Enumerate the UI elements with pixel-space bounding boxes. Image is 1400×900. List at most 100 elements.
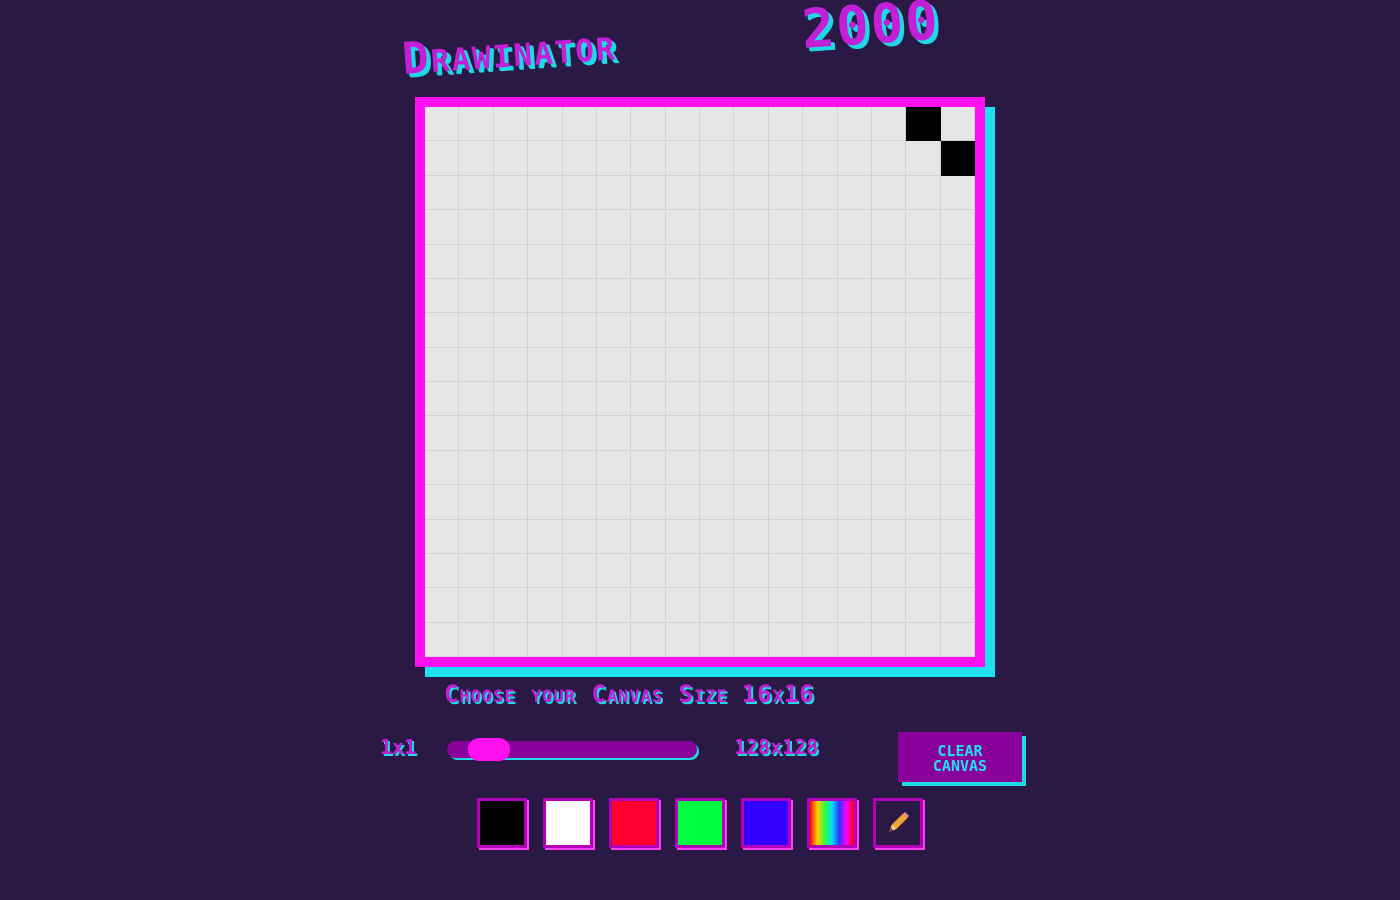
white-color-swatch[interactable] [543,798,593,848]
grid-cell[interactable] [906,588,941,623]
grid-cell[interactable] [459,244,494,279]
grid-cell[interactable] [425,175,460,211]
grid-cell[interactable] [837,485,872,520]
grid-cell[interactable] [596,588,632,623]
grid-cell[interactable] [734,141,769,176]
grid-cell[interactable] [528,622,563,657]
grid-cell[interactable] [493,313,529,348]
grid-cell[interactable] [493,244,529,279]
grid-cell[interactable] [734,210,769,245]
grid-cell[interactable] [493,382,529,417]
grid-cell[interactable] [459,175,494,211]
grid-cell[interactable] [459,416,494,451]
grid-cell[interactable] [803,107,838,142]
grid-cell[interactable] [837,107,872,142]
grid-cell[interactable] [459,347,494,382]
grid-cell[interactable] [562,485,597,520]
grid-cell[interactable] [528,347,563,382]
grid-cell[interactable] [562,141,597,176]
grid-cell[interactable] [837,450,872,486]
grid-cell[interactable] [871,382,907,417]
grid-cell[interactable] [665,519,700,554]
grid-cell[interactable] [940,313,975,348]
grid-cell[interactable] [596,244,632,279]
grid-cell[interactable] [596,450,632,486]
grid-cell[interactable] [425,416,460,451]
grid-cell[interactable] [528,107,563,142]
grid-cell[interactable] [940,382,975,417]
grid-cell[interactable] [837,278,872,314]
clear-canvas-button[interactable]: CLEAR CANVAS [898,732,1022,782]
grid-cell[interactable] [665,175,700,211]
green-color-swatch[interactable] [675,798,725,848]
grid-cell[interactable] [562,210,597,245]
grid-cell[interactable] [871,175,907,211]
grid-cell[interactable] [528,416,563,451]
grid-cell[interactable] [768,347,804,382]
grid-cell[interactable] [596,519,632,554]
canvas-size-slider-thumb[interactable] [468,738,510,761]
grid-cell[interactable] [596,278,632,314]
grid-cell[interactable] [837,553,872,589]
grid-cell[interactable] [940,141,975,176]
grid-cell[interactable] [459,313,494,348]
grid-cell[interactable] [734,450,769,486]
grid-cell[interactable] [768,382,804,417]
blue-color-swatch[interactable] [741,798,791,848]
grid-cell[interactable] [493,622,529,657]
grid-cell[interactable] [459,485,494,520]
grid-cell[interactable] [768,450,804,486]
grid-cell[interactable] [425,278,460,314]
grid-cell[interactable] [940,450,975,486]
grid-cell[interactable] [906,244,941,279]
grid-cell[interactable] [528,382,563,417]
grid-cell[interactable] [940,278,975,314]
grid-cell[interactable] [837,622,872,657]
grid-cell[interactable] [700,382,735,417]
red-color-swatch[interactable] [609,798,659,848]
grid-cell[interactable] [837,519,872,554]
grid-cell[interactable] [700,107,735,142]
grid-cell[interactable] [665,588,700,623]
grid-cell[interactable] [768,175,804,211]
grid-cell[interactable] [528,450,563,486]
grid-cell[interactable] [837,416,872,451]
grid-cell[interactable] [493,347,529,382]
grid-cell[interactable] [562,519,597,554]
grid-cell[interactable] [871,450,907,486]
grid-cell[interactable] [425,107,460,142]
grid-cell[interactable] [631,175,666,211]
grid-cell[interactable] [665,141,700,176]
grid-cell[interactable] [631,141,666,176]
grid-cell[interactable] [734,416,769,451]
grid-cell[interactable] [700,553,735,589]
grid-cell[interactable] [493,175,529,211]
grid-cell[interactable] [871,416,907,451]
grid-cell[interactable] [803,313,838,348]
grid-cell[interactable] [940,519,975,554]
grid-cell[interactable] [665,278,700,314]
grid-cell[interactable] [700,244,735,279]
grid-cell[interactable] [665,382,700,417]
grid-cell[interactable] [493,278,529,314]
grid-cell[interactable] [906,382,941,417]
grid-cell[interactable] [906,210,941,245]
grid-cell[interactable] [425,382,460,417]
grid-cell[interactable] [562,450,597,486]
grid-cell[interactable] [837,588,872,623]
grid-cell[interactable] [562,622,597,657]
grid-cell[interactable] [459,382,494,417]
grid-cell[interactable] [631,485,666,520]
grid-cell[interactable] [734,485,769,520]
grid-cell[interactable] [803,347,838,382]
grid-cell[interactable] [425,450,460,486]
grid-cell[interactable] [803,553,838,589]
grid-cell[interactable] [906,450,941,486]
grid-cell[interactable] [631,278,666,314]
grid-cell[interactable] [871,347,907,382]
grid-cell[interactable] [562,382,597,417]
grid-cell[interactable] [631,519,666,554]
grid-cell[interactable] [871,313,907,348]
grid-cell[interactable] [940,588,975,623]
grid-cell[interactable] [768,141,804,176]
